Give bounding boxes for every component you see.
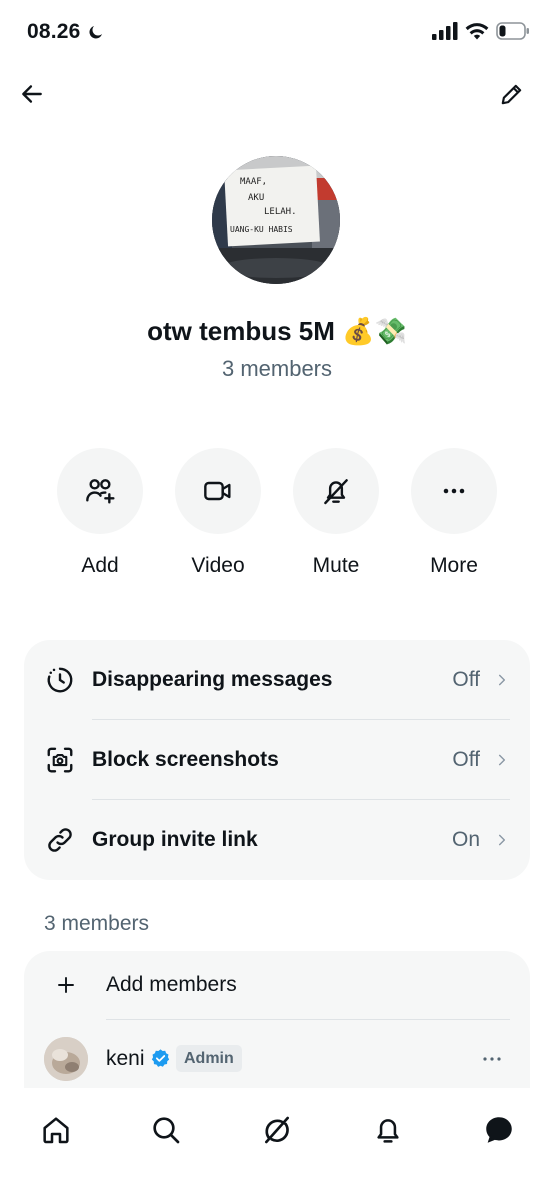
battery-icon: [496, 22, 529, 40]
group-invite-link-value: On: [451, 828, 480, 851]
disappearing-messages-label: Disappearing messages: [92, 668, 333, 691]
home-icon: [43, 1117, 69, 1144]
screenshot-camera-icon: [44, 744, 76, 776]
verified-badge-icon: [151, 1049, 170, 1067]
grok-icon: [265, 1116, 289, 1144]
group-invite-link-row[interactable]: Group invite link On: [24, 800, 530, 880]
search-icon: [153, 1117, 180, 1144]
member-more-button[interactable]: [478, 1047, 506, 1071]
mute-button[interactable]: [293, 448, 379, 534]
status-time-text: 08.26: [27, 20, 81, 43]
action-buttons: Add Video Mute More: [42, 448, 512, 578]
more-dots-icon: [483, 1057, 501, 1061]
disappearing-messages-value: Off: [452, 668, 480, 691]
back-button[interactable]: [10, 72, 54, 116]
block-screenshots-value: Off: [452, 748, 480, 771]
group-name: otw tembus 5M 💰💸: [147, 316, 407, 346]
signal-icon: [432, 22, 458, 40]
avatar-sign-line-3: LELAH.: [264, 207, 297, 217]
members-heading: 3 members: [44, 912, 150, 935]
add-people-icon: [86, 479, 115, 504]
group-invite-link-label: Group invite link: [92, 828, 258, 851]
add-members-row[interactable]: Add members: [24, 951, 530, 1019]
more-dots-icon: [443, 488, 465, 494]
back-arrow-icon: [22, 85, 42, 103]
edit-button[interactable]: [490, 72, 534, 116]
admin-badge: Admin: [176, 1045, 242, 1072]
nav-notifications[interactable]: [360, 1102, 416, 1158]
nav-home[interactable]: [28, 1102, 84, 1158]
video-action[interactable]: Video: [160, 448, 276, 578]
disappearing-messages-row[interactable]: Disappearing messages Off: [24, 640, 530, 720]
more-action[interactable]: More: [396, 448, 512, 578]
nav-grok[interactable]: [249, 1102, 305, 1158]
avatar[interactable]: [44, 1037, 88, 1081]
add-label: Add: [81, 554, 119, 577]
chevron-right-icon: [494, 672, 510, 688]
nav-search[interactable]: [138, 1102, 194, 1158]
pencil-icon: [501, 84, 522, 105]
settings-card: Disappearing messages Off Block screensh…: [24, 640, 530, 880]
mute-label: Mute: [312, 554, 360, 577]
bottom-navigation: [0, 1088, 554, 1199]
plus-icon: [58, 977, 74, 993]
status-bar: 08.26: [0, 0, 554, 66]
video-label: Video: [191, 554, 245, 577]
more-button[interactable]: [411, 448, 497, 534]
add-members-label: Add members: [106, 973, 237, 996]
nav-messages[interactable]: [471, 1102, 527, 1158]
link-icon: [44, 824, 76, 856]
member-name: keni: [106, 1047, 145, 1070]
mute-action[interactable]: Mute: [278, 448, 394, 578]
group-avatar-image: MAAF, AKU LELAH. UANG-KU HABIS: [212, 156, 340, 284]
member-row[interactable]: keni Admin: [24, 1033, 530, 1089]
video-camera-icon: [204, 481, 231, 501]
members-card: Add members keni Admin: [24, 951, 530, 1101]
members-divider: [106, 1019, 510, 1020]
bell-icon: [377, 1119, 399, 1143]
avatar-sign-line-2: AKU: [248, 193, 264, 203]
member-avatar-image: [44, 1037, 88, 1081]
chevron-right-icon: [494, 832, 510, 848]
status-time: 08.26: [27, 20, 105, 44]
avatar-sign-line-1: MAAF,: [240, 177, 267, 187]
add-button[interactable]: [57, 448, 143, 534]
group-avatar[interactable]: MAAF, AKU LELAH. UANG-KU HABIS: [212, 156, 340, 284]
add-action[interactable]: Add: [42, 448, 158, 578]
block-screenshots-row[interactable]: Block screenshots Off: [24, 720, 530, 800]
block-screenshots-label: Block screenshots: [92, 748, 279, 771]
wifi-icon: [465, 23, 489, 40]
message-bubble-icon: [486, 1117, 512, 1143]
more-label: More: [430, 554, 478, 577]
chevron-right-icon: [494, 752, 510, 768]
video-button[interactable]: [175, 448, 261, 534]
moon-icon: [89, 26, 102, 39]
bell-mute-icon: [324, 479, 348, 505]
timer-icon: [44, 664, 76, 696]
status-icons: [432, 22, 530, 40]
avatar-sign-line-4: UANG-KU HABIS: [230, 225, 293, 234]
group-member-count: 3 members: [221, 356, 333, 381]
